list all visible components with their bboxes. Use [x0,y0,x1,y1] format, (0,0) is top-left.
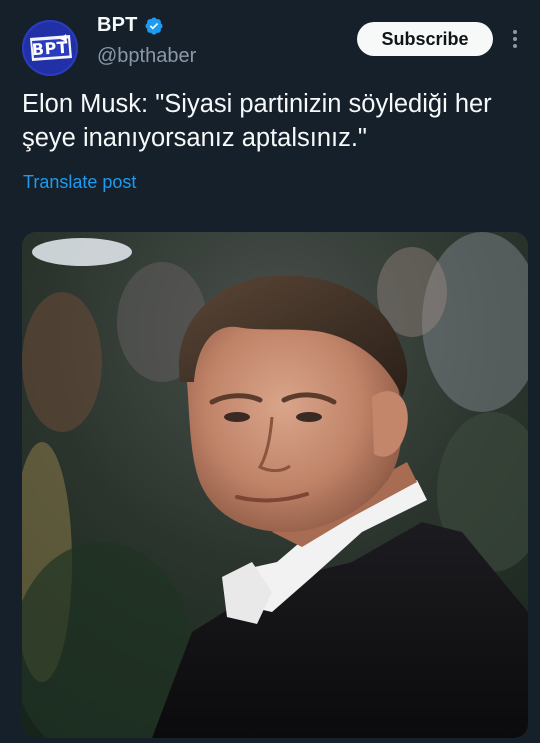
post-text: Elon Musk: "Siyasi partinizin söylediği … [22,90,492,152]
subscribe-button[interactable]: Subscribe [357,22,493,56]
author-handle[interactable]: @bpthaber [97,45,196,68]
more-vertical-icon[interactable] [508,26,522,52]
avatar-text: BPT [31,37,69,59]
post: BPT BPT @bpthaber Subscribe Elon Musk: "… [0,0,540,743]
author-name-row: BPT [97,14,164,37]
photo-portrait [22,232,528,738]
verified-badge-icon [145,16,163,35]
post-photo[interactable] [22,232,528,738]
author-display-name[interactable]: BPT [97,14,138,37]
translate-post-link[interactable]: Translate post [23,172,136,193]
